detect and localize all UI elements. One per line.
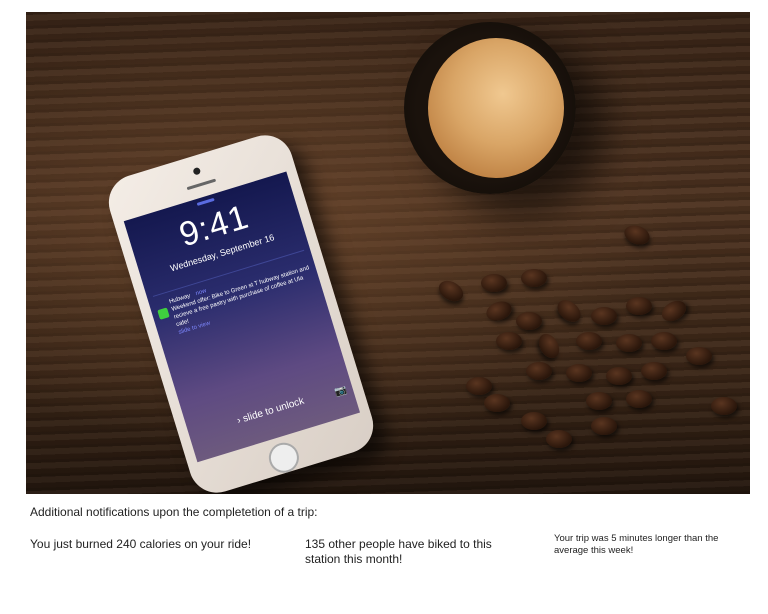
smartphone: 9:41 Wednesday, September 16 Hubwaynow W… [101, 128, 381, 494]
coffee-bean [521, 269, 547, 287]
hero-photo: 9:41 Wednesday, September 16 Hubwaynow W… [26, 12, 750, 494]
coffee-bean [481, 274, 507, 292]
coffee-bean [553, 295, 585, 327]
coffee-bean [576, 332, 602, 350]
coffee-bean [606, 367, 632, 385]
coffee-bean [435, 276, 467, 306]
coffee-bean [658, 296, 690, 326]
coffee-bean [621, 222, 653, 248]
coffee-bean [711, 397, 737, 415]
speaker [186, 178, 217, 191]
coffee-bean [521, 412, 547, 430]
slide-to-unlock[interactable]: › slide to unlock [188, 381, 354, 441]
coffee-bean [526, 362, 552, 380]
coffee-bean [546, 430, 572, 448]
caption: Additional notifications upon the comple… [30, 505, 318, 519]
lock-screen: 9:41 Wednesday, September 16 Hubwaynow W… [123, 171, 361, 463]
coffee-bean [591, 417, 617, 435]
notification-calories: You just burned 240 calories on your rid… [30, 537, 252, 551]
coffee-bean [466, 377, 492, 395]
coffee-bean [641, 362, 667, 380]
camera-icon[interactable]: 📷 [333, 385, 348, 399]
coffee-bean [686, 347, 712, 365]
home-button[interactable] [265, 439, 303, 477]
coffee-bean [626, 297, 652, 315]
coffee-bean [484, 394, 510, 412]
coffee-cup [404, 22, 576, 194]
hubway-app-icon [157, 307, 170, 320]
coffee-bean [534, 330, 564, 362]
coffee-bean [566, 364, 592, 382]
coffee-bean [516, 312, 542, 330]
coffee-bean [496, 332, 522, 350]
coffee-bean [651, 332, 677, 350]
notification-trip-length: Your trip was 5 minutes longer than the … [554, 533, 719, 556]
coffee-bean [591, 307, 617, 325]
notification-station-count: 135 other people have biked to this stat… [305, 537, 492, 566]
front-camera [192, 166, 202, 176]
coffee-foam [428, 38, 564, 178]
coffee-bean [616, 334, 642, 352]
coffee-bean [483, 298, 515, 324]
coffee-bean [626, 390, 652, 408]
notification-center-handle[interactable] [196, 197, 215, 206]
coffee-bean [586, 392, 612, 410]
